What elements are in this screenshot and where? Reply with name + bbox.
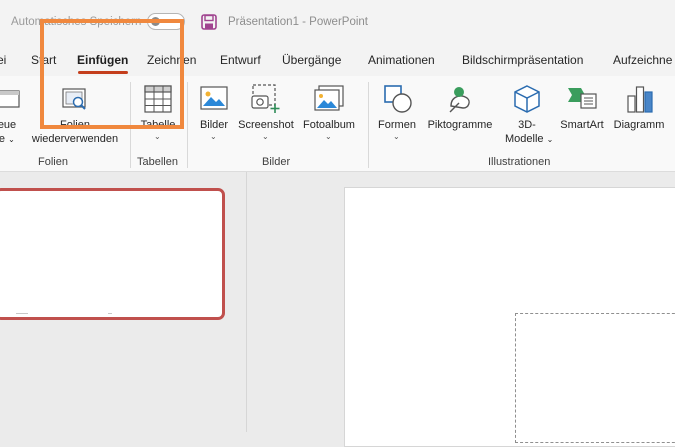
thumbnail-placeholder-mark: [16, 313, 28, 314]
pictures-button[interactable]: Bilder ⌄: [194, 84, 234, 154]
3d-models-label-1: 3D-: [518, 119, 536, 131]
tab-bildschirmpraesentation[interactable]: Bildschirmpräsentation: [462, 53, 583, 67]
chevron-down-icon: ⌄: [262, 132, 269, 141]
group-label-illustrationen: Illustrationen: [488, 156, 551, 168]
new-slide-label-2: lie ⌄: [0, 132, 15, 147]
group-separator: [130, 82, 131, 168]
thumbnail-placeholder-mark: [108, 313, 112, 314]
smartart-label: SmartArt: [560, 119, 604, 131]
group-label-tabellen: Tabellen: [137, 156, 178, 168]
new-slide-icon: [0, 90, 20, 108]
tab-animationen[interactable]: Animationen: [368, 53, 435, 67]
shapes-button[interactable]: Formen ⌄: [374, 84, 420, 154]
smartart-icon: [568, 88, 597, 109]
autosave-label: Automatisches Speichern: [11, 16, 142, 28]
photo-album-button[interactable]: Fotoalbum ⌄: [298, 84, 360, 154]
tab-uebergaenge[interactable]: Übergänge: [282, 53, 341, 67]
bar-chart-icon: [627, 86, 653, 113]
tab-entwurf[interactable]: Entwurf: [220, 53, 261, 67]
screenshot-icon: [251, 84, 280, 113]
3d-models-label-2: Modelle ⌄: [505, 132, 553, 147]
tab-einfuegen[interactable]: Einfügen: [77, 53, 128, 67]
chart-button[interactable]: Diagramm: [610, 84, 668, 154]
save-icon[interactable]: [201, 14, 217, 30]
cube-icon: [514, 85, 540, 113]
new-slide-button[interactable]: eue lie ⌄: [0, 84, 22, 154]
group-separator: [187, 82, 188, 168]
pictograms-icon: [449, 87, 470, 113]
subtitle-placeholder[interactable]: [515, 313, 675, 443]
3d-models-button[interactable]: 3D- Modelle ⌄: [505, 84, 553, 154]
table-icon: [144, 85, 172, 113]
chevron-down-icon: ⌄: [210, 132, 217, 141]
new-slide-label-1: eue: [0, 119, 17, 131]
photo-album-icon: [314, 85, 344, 111]
pictograms-label: Piktogramme: [427, 119, 493, 131]
table-button[interactable]: Tabelle ⌄: [136, 84, 180, 154]
screenshot-button[interactable]: Screenshot ⌄: [236, 84, 296, 154]
chevron-down-icon: ⌄: [393, 132, 400, 141]
title-bar: Automatisches Speichern Präsentation1 - …: [0, 0, 675, 46]
slide-thumbnail[interactable]: [0, 188, 225, 320]
chevron-down-icon: ⌄: [546, 135, 554, 144]
shapes-icon: [384, 85, 412, 113]
pictures-label: Bilder: [199, 119, 229, 131]
tab-datei[interactable]: ei: [0, 53, 6, 67]
reuse-slides-button[interactable]: Folien wiederverwenden: [28, 84, 122, 154]
group-label-bilder: Bilder: [262, 156, 291, 168]
tab-start[interactable]: Start: [31, 53, 56, 67]
autosave-toggle[interactable]: [147, 13, 185, 30]
reuse-slides-label-1: Folien: [60, 119, 90, 131]
table-label: Tabelle: [140, 119, 176, 131]
screenshot-label: Screenshot: [238, 119, 294, 131]
chevron-down-icon: ⌄: [154, 132, 161, 141]
chevron-down-icon: ⌄: [325, 132, 332, 141]
icons-button[interactable]: Piktogramme: [423, 84, 497, 154]
tab-aufzeichnen[interactable]: Aufzeichne: [613, 53, 672, 67]
reuse-slides-label-2: wiederverwenden: [31, 133, 119, 145]
active-tab-indicator: [78, 71, 128, 74]
shapes-label: Formen: [378, 119, 416, 131]
document-title: Präsentation1 - PowerPoint: [228, 16, 368, 28]
group-separator: [368, 82, 369, 168]
group-label-folien: Folien: [38, 156, 68, 168]
tab-zeichnen[interactable]: Zeichnen: [147, 53, 196, 67]
reuse-slides-icon: [62, 88, 86, 110]
smartart-button[interactable]: SmartArt: [556, 84, 608, 154]
photo-album-label: Fotoalbum: [303, 119, 355, 131]
toggle-knob: [151, 17, 160, 26]
chart-label: Diagramm: [613, 119, 665, 131]
3d-models-label-2-text: Modelle: [505, 133, 544, 145]
picture-icon: [200, 86, 228, 110]
new-slide-label-2-text: lie: [0, 133, 6, 145]
chevron-down-icon: ⌄: [8, 135, 15, 144]
